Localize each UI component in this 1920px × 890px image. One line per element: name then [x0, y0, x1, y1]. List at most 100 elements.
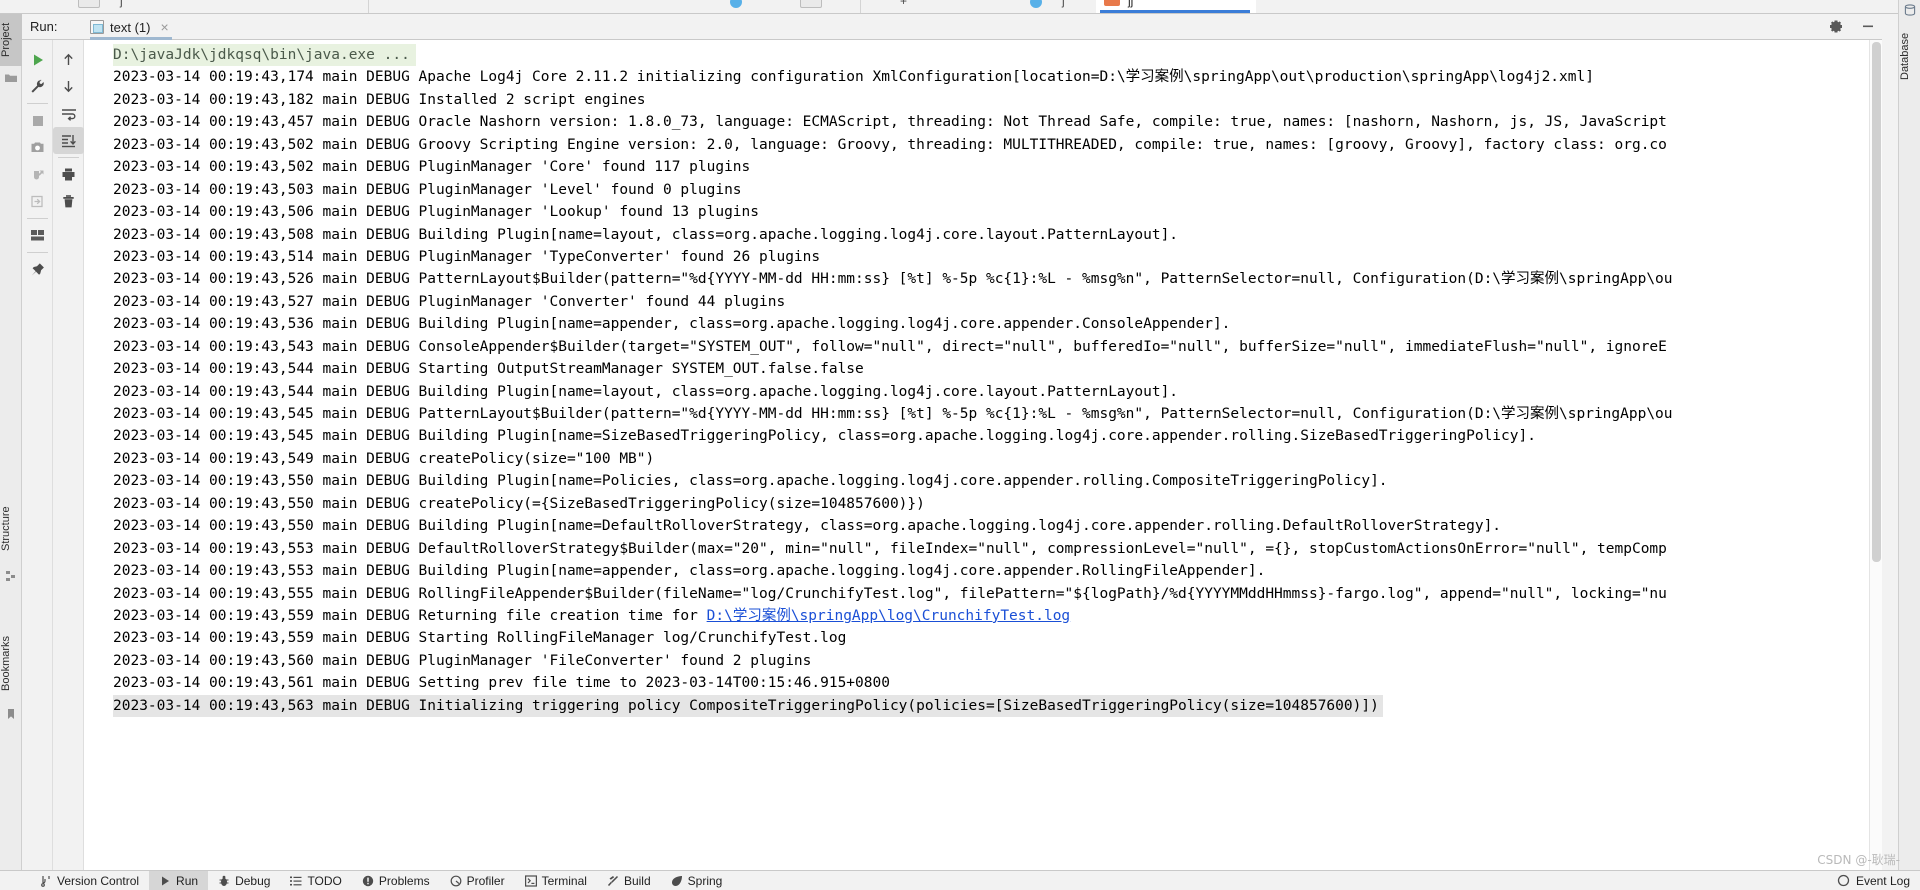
soft-wrap-icon[interactable] [53, 100, 84, 127]
statusbar-item-spring[interactable]: Spring [661, 871, 733, 890]
console-log-line: 2023-03-14 00:19:43,543 main DEBUG Conso… [113, 338, 1667, 355]
sidebar-item-bookmarks[interactable]: Bookmarks [0, 624, 22, 702]
sidebar-item-database[interactable]: Database [1899, 20, 1920, 92]
console-log-line: 2023-03-14 00:19:43,174 main DEBUG Apach… [113, 69, 1594, 86]
console-log-line: 2023-03-14 00:19:43,550 main DEBUG Build… [113, 518, 1502, 535]
sidebar-item-bookmarks-label: Bookmarks [0, 635, 12, 691]
console-area: D:\javaJdk\jdkqsq\bin\java.exe ... 2023-… [22, 40, 1882, 870]
console-log-line: 2023-03-14 00:19:43,549 main DEBUG creat… [113, 450, 655, 467]
bug-icon [218, 875, 230, 887]
statusbar-item-label: Terminal [541, 873, 587, 888]
statusbar-item-label: Debug [235, 873, 271, 888]
run-label: Run: [30, 19, 58, 34]
console-log-line: 2023-03-14 00:19:43,502 main DEBUG Plugi… [113, 159, 751, 176]
console-scrollbar-thumb[interactable] [1872, 42, 1881, 562]
statusbar-right: Event Log [1837, 874, 1920, 888]
toolbar-item-1[interactable] [78, 0, 100, 8]
toolbar-separator-1 [26, 103, 48, 104]
pin-icon[interactable] [22, 256, 53, 283]
trash-icon[interactable] [53, 188, 84, 215]
database-icon[interactable] [1904, 4, 1916, 16]
watermark: CSDN @-耿瑞- [1817, 853, 1900, 867]
console-log-text-selected: 2023-03-14 00:19:43,563 main DEBUG Initi… [113, 694, 1383, 718]
statusbar-item-run[interactable]: Run [149, 870, 209, 890]
console-log-line: 2023-03-14 00:19:43,553 main DEBUG Build… [113, 563, 1266, 580]
toolbar-item-circle[interactable] [730, 0, 742, 8]
toolbar-separator-2 [26, 218, 48, 219]
statusbar-item-label: Profiler [466, 873, 505, 888]
toolbar-item-5[interactable]: j [1062, 0, 1065, 10]
terminal-icon [524, 874, 537, 887]
console-log-line: 2023-03-14 00:19:43,503 main DEBUG Plugi… [113, 181, 742, 198]
event-log-icon[interactable] [1837, 874, 1850, 887]
toolbar-item-4[interactable]: + [900, 0, 907, 10]
statusbar-item-label: Run [176, 873, 199, 888]
bookmarks-icon[interactable] [5, 708, 17, 720]
rerun-button[interactable] [22, 46, 53, 73]
edit-configuration-button[interactable] [22, 73, 53, 100]
statusbar-item-todo[interactable]: TODO [280, 871, 351, 890]
profiler-icon [450, 875, 462, 887]
camera-icon[interactable] [22, 134, 53, 161]
console-output[interactable]: D:\javaJdk\jdkqsq\bin\java.exe ... 2023-… [85, 40, 1869, 870]
console-command-row: D:\javaJdk\jdkqsq\bin\java.exe ... [85, 44, 1869, 67]
bug-restart-icon[interactable] [22, 161, 53, 188]
console-log-line: 2023-03-14 00:19:43,508 main DEBUG Build… [113, 226, 1179, 243]
console-vertical-scrollbar[interactable] [1869, 40, 1882, 870]
status-bar: Version Control Run Debug TODO Problems Profi… [0, 870, 1920, 890]
statusbar-items: Version Control Run Debug TODO Problems Profi… [30, 870, 733, 890]
console-tab-text-1[interactable]: text (1) × [84, 14, 175, 40]
branch-icon [40, 875, 52, 887]
statusbar-item-label: Problems [378, 873, 430, 888]
run-header-actions [1828, 18, 1876, 34]
sidebar-item-structure[interactable]: Structure [0, 494, 22, 564]
close-icon[interactable]: × [160, 19, 168, 35]
statusbar-item-problems[interactable]: Problems [352, 871, 440, 890]
console-file-link[interactable]: D:\学习案例\springApp\log\CrunchifyTest.log [707, 608, 1071, 624]
console-log-line: 2023-03-14 00:19:43,502 main DEBUG Groov… [113, 136, 1667, 153]
console-log-line: 2023-03-14 00:19:43,506 main DEBUG Plugi… [113, 204, 760, 221]
console-log-line: 2023-03-14 00:19:43,545 main DEBUG Build… [113, 428, 1536, 445]
toolbar-divider-1 [368, 0, 369, 13]
console-log-line: 2023-03-14 00:19:43,563 main DEBUG Initi… [85, 694, 1869, 718]
console-log-line: 2023-03-14 00:19:43,182 main DEBUG Insta… [113, 91, 646, 108]
printer-icon[interactable] [53, 161, 84, 188]
minimize-icon[interactable] [1860, 18, 1876, 34]
console-log-line: 2023-03-14 00:19:43,553 main DEBUG Defau… [113, 540, 1667, 557]
active-tab-underline [1100, 10, 1250, 13]
left-tool-rail: Project Structure Bookmarks [0, 14, 22, 870]
gear-icon[interactable] [1828, 18, 1844, 34]
stop-button[interactable] [22, 107, 53, 134]
sidebar-item-project[interactable]: Project [0, 14, 22, 66]
console-log-line: 2023-03-14 00:19:43,544 main DEBUG Build… [113, 383, 1179, 400]
console-log-text: 2023-03-14 00:19:43,559 main DEBUG Retur… [113, 607, 707, 624]
event-log-label[interactable]: Event Log [1856, 874, 1910, 888]
structure-icon[interactable] [5, 570, 17, 582]
run-tool-window-header: Run: text (1) × [22, 14, 1882, 40]
console-log-line: 2023-03-14 00:19:43,550 main DEBUG creat… [113, 495, 925, 512]
console-log-line: 2023-03-14 00:19:43,561 main DEBUG Setti… [113, 675, 890, 692]
statusbar-item-profiler[interactable]: Profiler [440, 871, 515, 890]
project-folder-icon[interactable] [5, 72, 17, 84]
statusbar-item-terminal[interactable]: Terminal [515, 871, 597, 890]
scroll-to-end-icon[interactable] [53, 127, 84, 154]
console-tab-label: text (1) [110, 19, 151, 35]
arrow-up-icon[interactable] [53, 46, 84, 73]
toolbar-item-2[interactable]: j [120, 0, 123, 10]
toolbar-item-circle-2[interactable] [1030, 0, 1042, 8]
active-tab-label[interactable]: jj [1128, 0, 1133, 10]
console-log-lines: 2023-03-14 00:19:43,174 main DEBUG Apach… [85, 66, 1869, 718]
console-log-line: 2023-03-14 00:19:43,550 main DEBUG Build… [113, 473, 1388, 490]
play-icon [159, 875, 171, 887]
arrow-down-icon[interactable] [53, 73, 84, 100]
statusbar-item-debug[interactable]: Debug [208, 871, 280, 890]
console-tab-icon [90, 20, 104, 34]
statusbar-item-build[interactable]: Build [597, 871, 661, 890]
console-toolbar-secondary [53, 40, 84, 870]
spring-leaf-icon [671, 875, 683, 887]
statusbar-item-version-control[interactable]: Version Control [30, 871, 149, 890]
console-log-line: 2023-03-14 00:19:43,514 main DEBUG Plugi… [113, 248, 821, 265]
toolbar-item-3[interactable] [800, 0, 822, 8]
layout-grid-icon[interactable] [22, 222, 53, 249]
arrow-into-box-icon[interactable] [22, 188, 53, 215]
